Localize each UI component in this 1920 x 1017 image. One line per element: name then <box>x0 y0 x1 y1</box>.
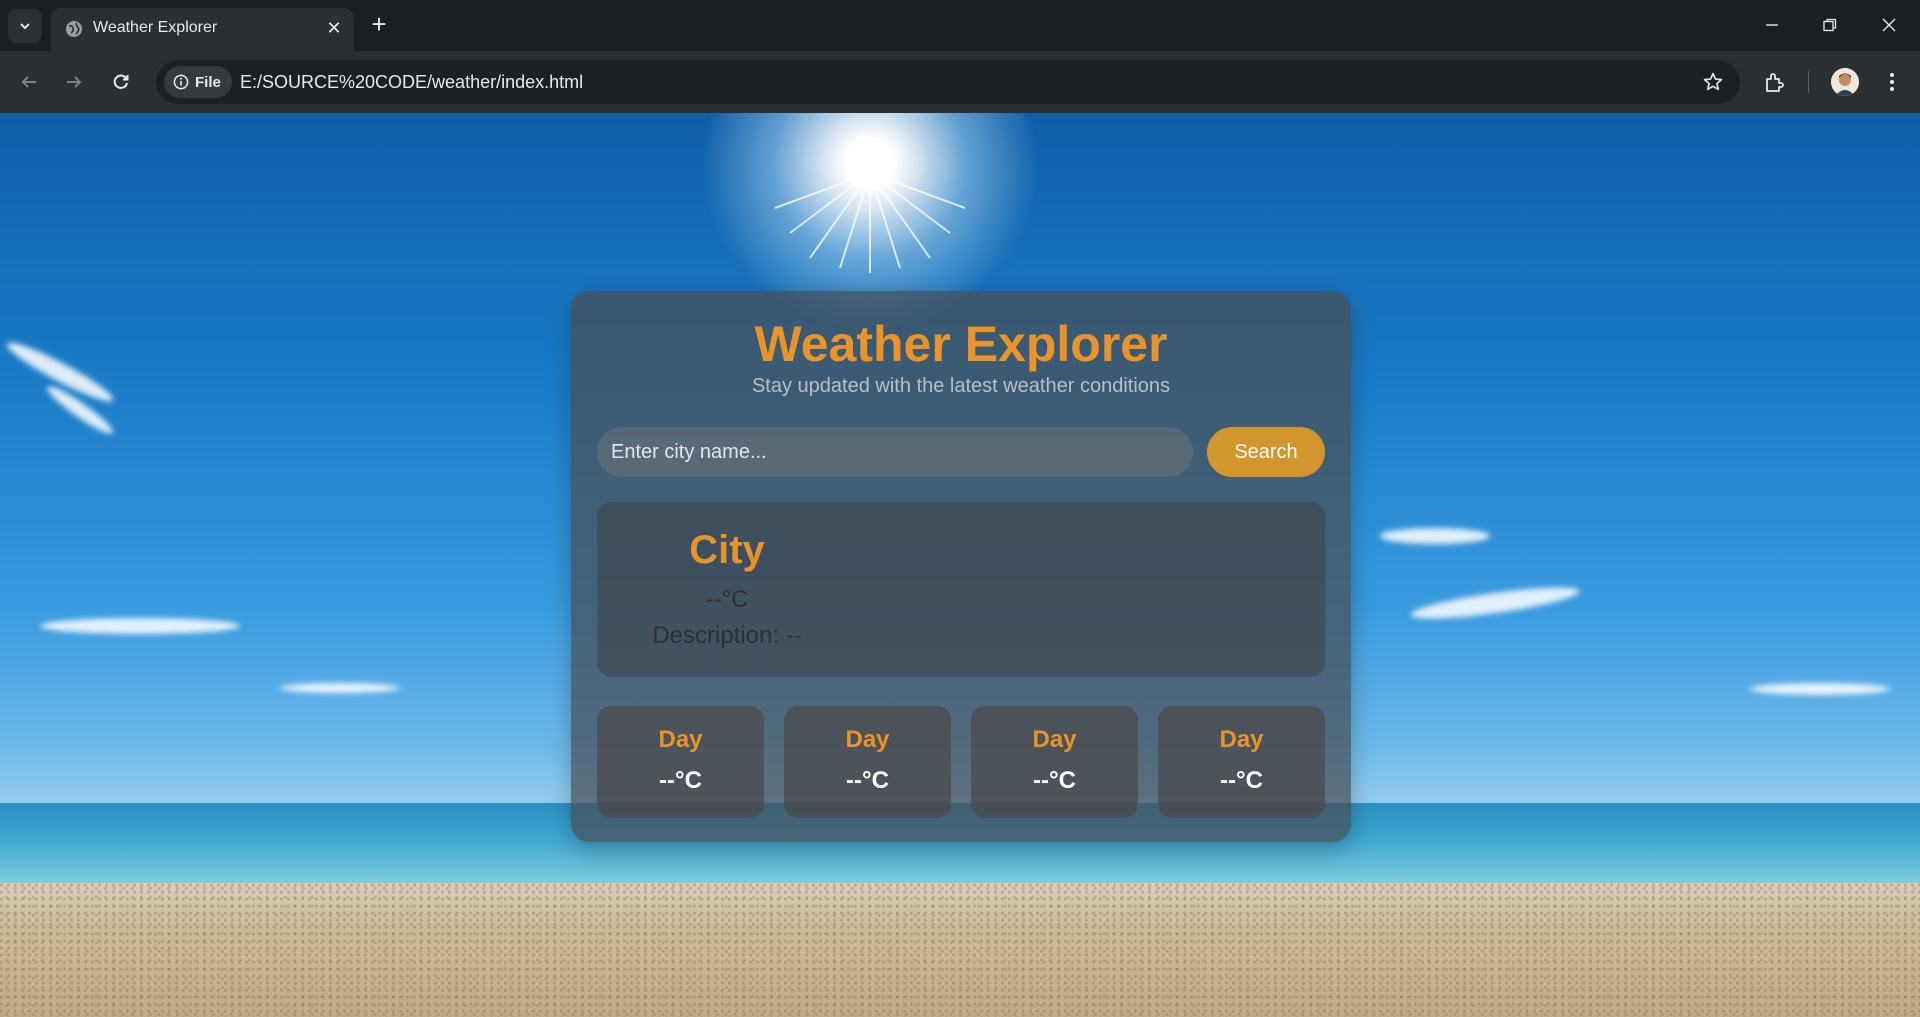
site-info-chip[interactable]: File <box>164 66 232 98</box>
page-subtitle: Stay updated with the latest weather con… <box>751 375 1171 397</box>
browser-tab-bar: Weather Explorer ✕ + <box>0 0 1920 51</box>
close-window-icon[interactable] <box>1869 8 1909 42</box>
minimize-icon[interactable] <box>1752 8 1792 42</box>
forecast-day: Day <box>1032 726 1077 753</box>
close-tab-icon[interactable]: ✕ <box>322 16 346 40</box>
current-weather-panel: City --°C Description: -- <box>597 502 1325 677</box>
city-search-input[interactable] <box>597 427 1193 477</box>
page-title: Weather Explorer <box>754 316 1168 372</box>
forecast-card: Day --°C <box>784 706 951 818</box>
new-tab-button[interactable]: + <box>365 11 393 39</box>
forecast-row: Day --°C Day --°C Day --°C Day --°C <box>597 706 1325 818</box>
forecast-temperature: --°C <box>1220 767 1263 794</box>
browser-toolbar: File E:/SOURCE%20CODE/weather/index.html <box>0 51 1920 113</box>
browser-tab[interactable]: Weather Explorer ✕ <box>51 8 354 51</box>
info-icon <box>173 74 189 90</box>
cloud-decoration <box>280 683 400 693</box>
arrow-right-icon <box>67 76 82 88</box>
tab-title: Weather Explorer <box>93 19 218 36</box>
forecast-day: Day <box>658 726 703 753</box>
globe-icon <box>66 21 82 37</box>
address-bar[interactable]: File E:/SOURCE%20CODE/weather/index.html <box>156 60 1740 104</box>
weather-card: Weather Explorer Stay updated with the l… <box>571 291 1351 842</box>
chevron-down-icon <box>20 23 30 30</box>
forecast-card: Day --°C <box>1158 706 1325 818</box>
forward-button[interactable] <box>57 65 91 99</box>
forecast-temperature: --°C <box>1033 767 1076 794</box>
forecast-temperature: --°C <box>659 767 702 794</box>
cloud-decoration <box>1380 528 1490 544</box>
restore-icon[interactable] <box>1810 8 1850 42</box>
reload-button[interactable] <box>104 65 138 99</box>
forecast-temperature: --°C <box>846 767 889 794</box>
back-button[interactable] <box>12 65 46 99</box>
more-menu-icon[interactable] <box>1875 65 1909 99</box>
arrow-left-icon <box>21 76 36 88</box>
url-text: E:/SOURCE%20CODE/weather/index.html <box>240 72 584 92</box>
forecast-card: Day --°C <box>597 706 764 818</box>
forecast-day: Day <box>845 726 890 753</box>
extensions-icon[interactable] <box>1758 65 1792 99</box>
forecast-day: Day <box>1219 726 1264 753</box>
toolbar-divider <box>1808 71 1809 93</box>
profile-avatar[interactable] <box>1831 68 1859 96</box>
bookmark-star-icon[interactable] <box>1702 71 1724 93</box>
current-temperature: --°C <box>705 586 749 613</box>
reload-icon <box>113 74 129 89</box>
page-viewport: Weather Explorer Stay updated with the l… <box>0 113 1920 1017</box>
cloud-decoration <box>1409 581 1581 625</box>
forecast-card: Day --°C <box>971 706 1138 818</box>
sun-rays-decoration <box>774 172 966 273</box>
search-button[interactable]: Search <box>1207 427 1325 477</box>
site-info-label: File <box>195 73 221 91</box>
cloud-decoration <box>40 618 240 634</box>
sand-background <box>0 883 1920 1017</box>
weather-description: Description: -- <box>652 622 802 649</box>
city-name: City <box>689 528 765 572</box>
cloud-decoration <box>1750 683 1890 695</box>
tab-search-button[interactable] <box>8 9 42 43</box>
